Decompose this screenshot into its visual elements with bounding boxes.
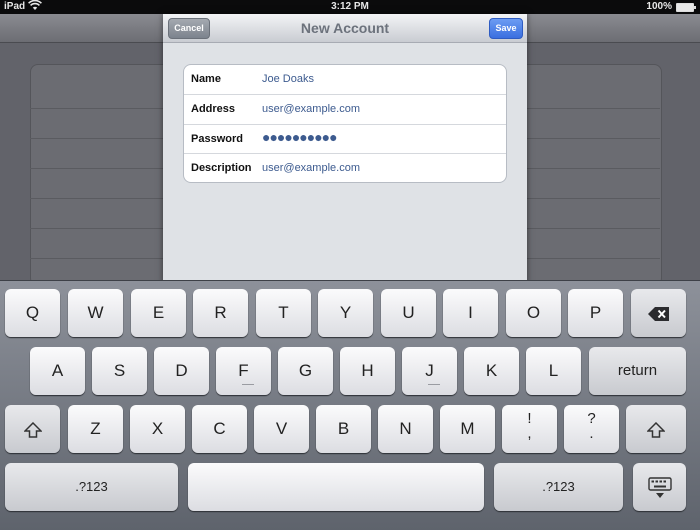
account-form: Name Joe Doaks Address user@example.com … — [183, 64, 507, 183]
battery-percent: 100% — [646, 1, 672, 12]
key-z[interactable]: Z — [68, 405, 123, 453]
key-top-char: ? — [587, 410, 596, 427]
key-n[interactable]: N — [378, 405, 433, 453]
password-row[interactable]: Password ●●●●●●●●●● — [184, 124, 506, 154]
keyboard-hide-icon — [647, 476, 672, 498]
address-field[interactable]: user@example.com — [262, 103, 360, 115]
ipad-screen: iPad 3:12 PM 100% Cancel New Account Sav… — [0, 0, 700, 530]
return-key[interactable]: return — [589, 347, 686, 395]
description-label: Description — [191, 162, 252, 174]
key-j-label: J — [425, 361, 434, 380]
description-row[interactable]: Description user@example.com — [184, 153, 506, 183]
shift-icon — [646, 419, 666, 438]
name-label: Name — [191, 73, 221, 85]
numbers-key-left[interactable]: .?123 — [5, 463, 178, 511]
key-f-label: F — [238, 361, 249, 380]
save-button[interactable]: Save — [489, 18, 523, 39]
sheet-navbar: Cancel New Account Save — [163, 14, 527, 43]
key-e[interactable]: E — [131, 289, 186, 337]
key-s[interactable]: S — [92, 347, 147, 395]
key-p[interactable]: P — [568, 289, 623, 337]
key-bottom-char: . — [589, 425, 594, 442]
key-t[interactable]: T — [256, 289, 311, 337]
key-bottom-char: , — [527, 425, 532, 442]
description-field[interactable]: user@example.com — [262, 162, 360, 174]
key-l[interactable]: L — [526, 347, 581, 395]
sheet-title: New Account — [300, 20, 390, 36]
key-r[interactable]: R — [193, 289, 248, 337]
key-j[interactable]: J — [402, 347, 457, 395]
key-m[interactable]: M — [440, 405, 495, 453]
shift-key-left[interactable] — [5, 405, 60, 453]
battery-icon — [676, 3, 696, 12]
key-g[interactable]: G — [278, 347, 333, 395]
key-exclaim-comma[interactable]: ! , — [502, 405, 557, 453]
key-y[interactable]: Y — [318, 289, 373, 337]
key-b[interactable]: B — [316, 405, 371, 453]
clock: 3:12 PM — [331, 1, 369, 12]
key-question-period[interactable]: ? . — [564, 405, 619, 453]
password-label: Password — [191, 133, 243, 145]
key-f[interactable]: F — [216, 347, 271, 395]
backspace-key[interactable] — [631, 289, 686, 337]
hide-keyboard-key[interactable] — [633, 463, 686, 511]
home-row-marker — [242, 384, 254, 385]
name-field[interactable]: Joe Doaks — [262, 73, 314, 85]
key-top-char: ! — [527, 410, 532, 427]
numbers-key-right[interactable]: .?123 — [494, 463, 623, 511]
address-row[interactable]: Address user@example.com — [184, 94, 506, 124]
key-v[interactable]: V — [254, 405, 309, 453]
status-bar: iPad 3:12 PM 100% — [0, 0, 700, 14]
key-q[interactable]: Q — [5, 289, 60, 337]
space-bar[interactable] — [188, 463, 484, 511]
key-k[interactable]: K — [464, 347, 519, 395]
key-a[interactable]: A — [30, 347, 85, 395]
key-h[interactable]: H — [340, 347, 395, 395]
key-x[interactable]: X — [130, 405, 185, 453]
name-row[interactable]: Name Joe Doaks — [184, 65, 506, 94]
key-w[interactable]: W — [68, 289, 123, 337]
key-d[interactable]: D — [154, 347, 209, 395]
onscreen-keyboard: Q W E R T Y U I O P A S D F G H J K L re… — [0, 280, 700, 530]
password-field[interactable]: ●●●●●●●●●● — [262, 129, 338, 145]
home-row-marker — [428, 384, 440, 385]
backspace-icon — [647, 303, 670, 322]
new-account-sheet: Cancel New Account Save Name Joe Doaks A… — [163, 14, 527, 284]
shift-key-right[interactable] — [626, 405, 686, 453]
key-c[interactable]: C — [192, 405, 247, 453]
key-o[interactable]: O — [506, 289, 561, 337]
shift-icon — [22, 419, 43, 438]
key-i[interactable]: I — [443, 289, 498, 337]
key-u[interactable]: U — [381, 289, 436, 337]
address-label: Address — [191, 103, 236, 115]
